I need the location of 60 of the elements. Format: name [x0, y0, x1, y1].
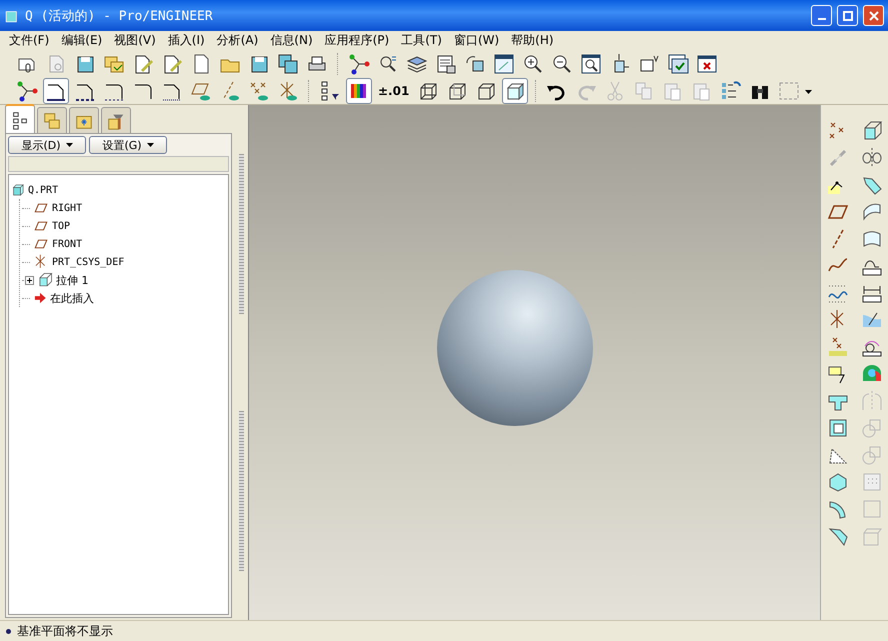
tree-item[interactable]: RIGHT [52, 202, 82, 214]
menu-item[interactable]: 编辑(E) [56, 31, 108, 50]
menu-item[interactable]: 帮助(H) [506, 31, 559, 50]
datum-points-toggle-icon[interactable] [248, 80, 270, 102]
dimension-format-button[interactable]: ±.01 [375, 84, 412, 98]
tree-item[interactable]: 拉伸 1 [56, 272, 88, 288]
draft-icon[interactable] [827, 470, 849, 492]
arrow-icon[interactable] [33, 291, 47, 305]
status-message: 基准平面将不显示 [17, 622, 113, 640]
menu-item[interactable]: 工具(T) [396, 31, 447, 50]
datum-plane-icon[interactable] [33, 201, 49, 215]
revolve-icon[interactable] [861, 146, 883, 168]
model-tree-icon[interactable] [10, 110, 30, 130]
tree-item[interactable]: FRONT [52, 238, 82, 250]
point-array-icon[interactable] [827, 336, 849, 358]
navigator-tab[interactable] [5, 104, 35, 133]
menu-item[interactable]: 信息(N) [265, 31, 318, 50]
expand-icon[interactable] [25, 276, 34, 284]
regenerate-list-icon[interactable] [720, 80, 742, 102]
sketch-window-icon[interactable] [493, 52, 515, 74]
caret-icon [66, 142, 73, 148]
save-copies-icon[interactable] [277, 52, 299, 74]
menu-item[interactable]: 插入(I) [162, 31, 210, 50]
menu-item[interactable]: 应用程序(P) [320, 31, 394, 50]
minimize-button[interactable] [811, 5, 832, 26]
part-icon[interactable] [11, 183, 25, 197]
tree-item[interactable]: PRT_CSYS_DEF [52, 256, 124, 268]
menu-item[interactable]: 分析(A) [212, 31, 264, 50]
splitter-handle[interactable] [239, 411, 244, 572]
shell-icon[interactable] [827, 416, 849, 438]
menu-item[interactable]: 窗口(W) [448, 31, 504, 50]
tree-item[interactable]: TOP [52, 220, 70, 232]
splitter-handle[interactable] [239, 154, 244, 314]
folders-icon[interactable] [42, 110, 62, 130]
datum-plane-icon[interactable] [33, 237, 49, 251]
bullet-icon [6, 628, 11, 634]
menu-item[interactable]: 文件(F) [4, 31, 54, 50]
extrude-icon[interactable] [37, 272, 53, 288]
tree-item[interactable]: Q.PRT [28, 184, 58, 196]
window-check-icon[interactable] [667, 52, 689, 74]
zoom-fit-icon[interactable] [580, 52, 602, 74]
zoom-out-icon[interactable] [551, 52, 573, 74]
datum-axes-icon[interactable] [348, 52, 370, 74]
dropdown-button[interactable]: 显示(D) [8, 136, 86, 154]
table-icon[interactable] [435, 52, 457, 74]
close-icon [868, 10, 878, 20]
datum-axes-icon[interactable] [16, 80, 38, 102]
close-window-icon[interactable] [696, 52, 718, 74]
menu-item[interactable]: 视图(V) [109, 31, 161, 50]
datum-plane-icon[interactable] [33, 219, 49, 233]
close-button[interactable] [863, 5, 884, 26]
maximize-icon [842, 10, 852, 20]
dropdown-button[interactable]: 设置(G) [89, 136, 167, 154]
minimize-icon [818, 18, 826, 20]
window-title: Q (活动的) - Pro/ENGINEER [25, 8, 214, 24]
maximize-button[interactable] [837, 5, 858, 26]
caret-icon [146, 142, 154, 148]
tree-item[interactable]: 在此插入 [50, 290, 94, 306]
tree-filter-icon[interactable] [319, 80, 341, 102]
zoom-in-icon[interactable] [522, 52, 544, 74]
